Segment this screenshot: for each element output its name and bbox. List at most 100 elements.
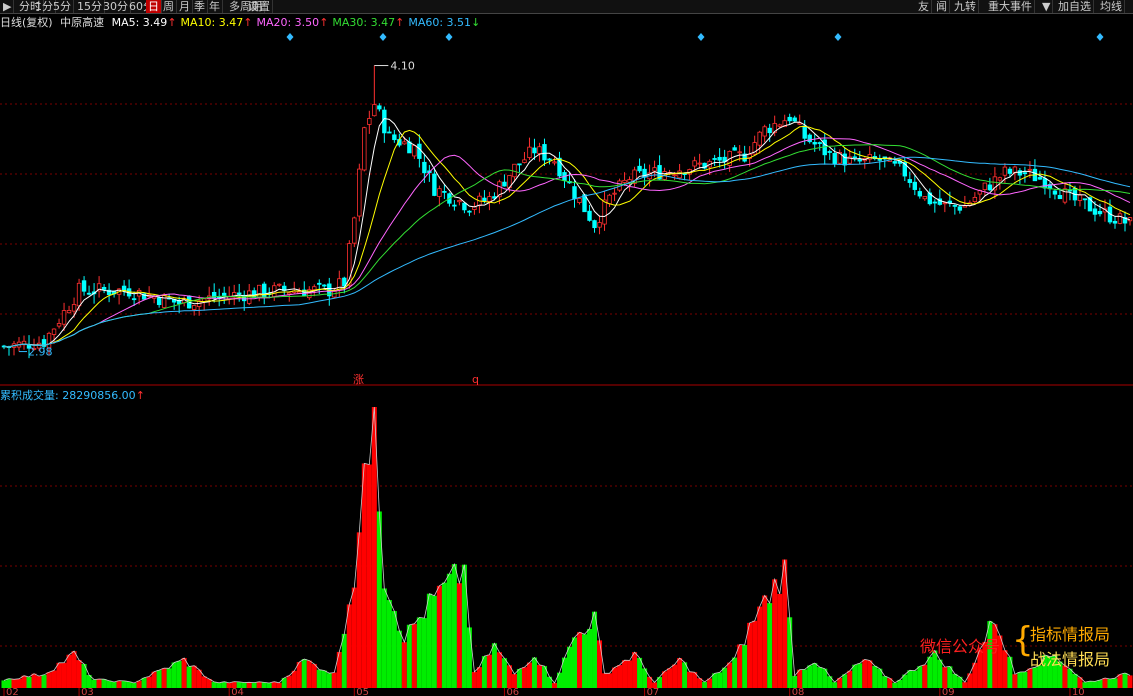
volume-bar [677,658,683,688]
volume-bar [396,630,402,688]
candle-body [527,146,532,158]
volume-bar [36,676,42,688]
volume-bar [727,662,733,688]
candle-body [502,181,507,187]
candle-body [422,161,427,174]
volume-bar [667,668,673,688]
candle-body [852,156,857,159]
candle-body [952,204,958,207]
volume-bar [612,667,618,688]
volume-bar [161,668,167,688]
volume-bar [326,673,332,688]
volume-bar [21,675,27,688]
watermark-line1: 指标情报局 [1030,625,1111,644]
low-annotation-label: 2.98 [28,346,53,359]
candle-body [66,310,72,314]
volume-bar [852,664,858,688]
volume-bar [1067,668,1073,688]
volume-bar [942,667,948,688]
candle-body [1097,211,1103,215]
volume-bar [481,656,487,688]
volume-bar [907,670,913,688]
volume-bar [491,643,497,688]
candle-body [932,201,938,204]
volume-bar [922,664,928,688]
candle-body [277,283,282,286]
volume-bar [306,660,312,688]
volume-bar [1097,679,1103,688]
volume-bar [862,659,868,688]
volume-bar [807,665,813,688]
volume-bar [1017,672,1023,688]
candle-body [457,200,462,203]
watermark-left: 微信公众号 [920,637,1001,656]
candle-body [682,173,687,175]
volume-bar [927,656,933,688]
volume-bar [872,665,878,688]
volume-bar [1027,668,1033,688]
candle-body [697,162,702,165]
volume-bar [76,660,82,688]
candle-body [787,116,792,122]
volume-bar [962,682,968,688]
volume-bar [551,683,557,688]
volume-bar [511,674,517,688]
volume-bar [266,682,272,688]
volume-bar [1127,675,1133,688]
volume-bar [1022,671,1028,688]
volume-bar [772,579,778,688]
candle-body [372,104,377,117]
volume-bar [131,682,137,688]
volume-bar [1092,681,1098,688]
volume-bar [316,669,322,688]
candle-body [387,131,392,134]
volume-bar [1032,667,1038,688]
stock-chart[interactable]: 4.10 2.98 涨 q 02 03 04 05 06 07 08 09 10 [0,0,1133,696]
volume-bar [501,658,507,688]
candle-body [432,173,437,196]
volume-bar [762,595,768,688]
volume-bar [146,676,152,688]
candle-body [377,105,382,110]
candle-body [732,147,737,151]
volume-bar [66,654,72,688]
x-tick-label-5: 07 [647,687,660,696]
volume-bar [1117,674,1123,688]
volume-bar [341,633,347,688]
volume-bar [301,659,307,688]
candle-body [792,117,797,122]
candle-body [467,210,472,213]
candle-body [1017,170,1023,176]
x-tick-label-7: 09 [942,687,955,696]
volume-bar [46,672,52,688]
candle-body [692,160,697,167]
volume-bar [261,682,267,688]
ma-line-3 [3,144,1131,348]
high-annotation-label: 4.10 [390,60,415,73]
candle-body [572,186,577,200]
volume-bar [516,668,522,688]
candle-body [437,188,442,197]
candle-body [602,199,607,225]
candle-body [156,297,162,306]
candle-body [922,196,928,200]
volume-bar [702,681,708,688]
candle-body [537,146,542,154]
volume-bar [471,671,477,688]
x-tick-label-8: 10 [1072,687,1085,696]
candle-body [1077,194,1083,201]
candle-body [677,170,682,179]
candle-body [81,280,87,292]
ma-line-4 [3,156,1131,348]
q-marker: q [472,373,479,386]
volume-bar [622,660,628,688]
volume-bar [416,617,422,688]
volume-bar [176,660,182,688]
candle-body [597,222,602,228]
volume-bar [391,611,397,688]
volume-bar [857,663,863,688]
volume-bar [777,593,783,688]
candle-body [1042,178,1048,189]
volume-bar [757,606,763,688]
x-tick-label-6: 08 [792,687,805,696]
